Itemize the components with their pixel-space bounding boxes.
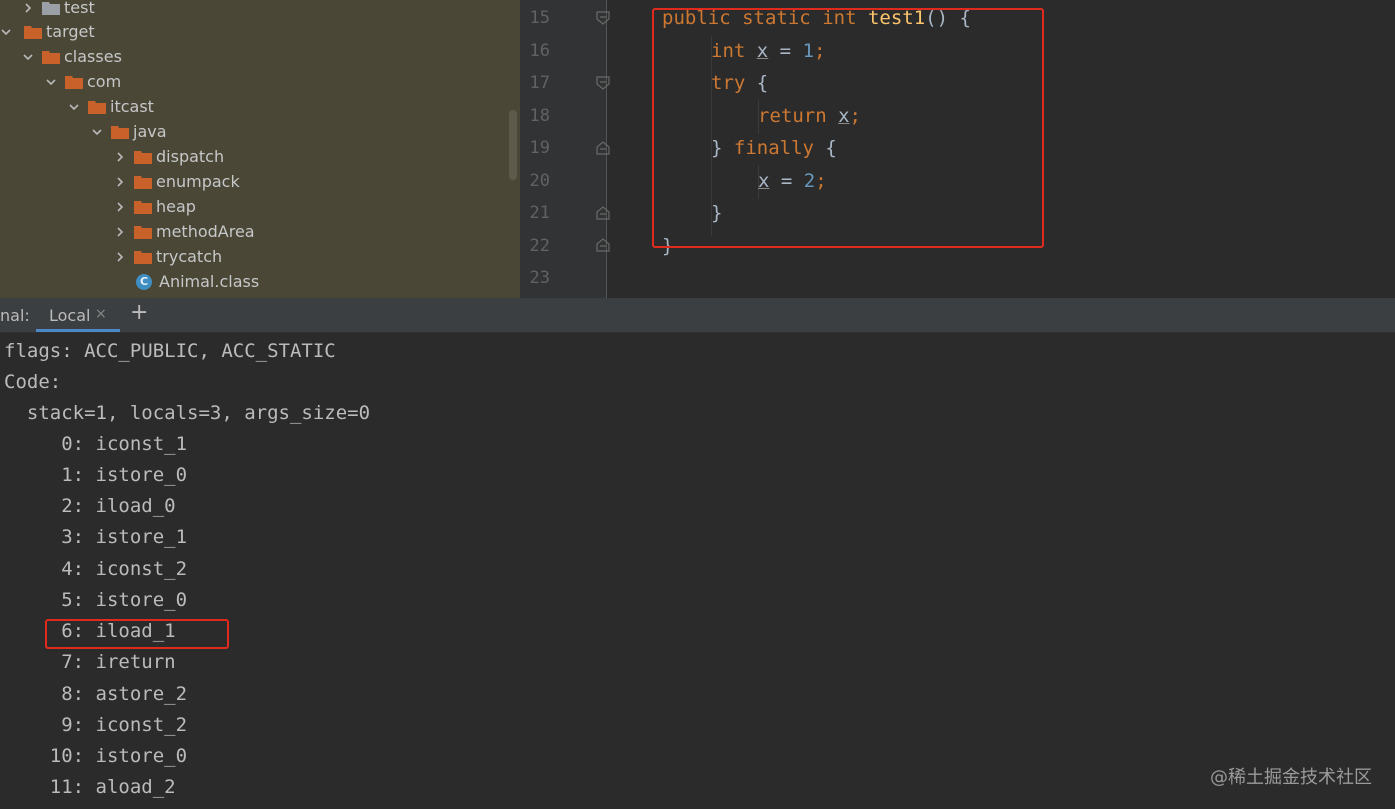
terminal-tab-bar: nal: Local × + [0,298,1395,333]
tree-item-label: classes [64,47,122,66]
terminal-line: 2: iload_0 [4,495,176,517]
terminal-line: 10: istore_0 [4,745,188,767]
folder-icon [134,250,152,264]
fold-collapse-icon[interactable] [596,11,610,25]
tab-label: Local [49,306,91,325]
line-number: 21 [529,203,550,223]
chevron-right-icon[interactable] [114,144,126,169]
line-number: 23 [529,268,550,288]
tree-item-target[interactable]: target [0,19,520,44]
line-number: 22 [529,236,550,256]
tree-item-label: com [87,72,122,91]
terminal-line: Code: [4,371,62,393]
close-icon[interactable]: × [95,306,107,322]
folder-icon [24,25,42,39]
chevron-right-icon[interactable] [114,244,126,269]
line-number: 16 [529,41,550,61]
tree-item-com[interactable]: com [0,69,520,94]
chevron-right-icon[interactable] [114,194,126,219]
line-number: 15 [529,8,550,28]
tree-item-dispatch[interactable]: dispatch [0,144,520,169]
fold-end-icon[interactable] [596,141,610,155]
terminal-line: 3: istore_1 [4,526,188,548]
terminal-line: 8: astore_2 [4,683,188,705]
terminal-line: flags: ACC_PUBLIC, ACC_STATIC [4,340,336,362]
code-highlight-box [652,8,1044,248]
line-number: 19 [529,138,550,158]
chevron-down-icon[interactable] [45,69,57,94]
tree-item-itcast[interactable]: itcast [0,94,520,119]
fold-end-icon[interactable] [596,206,610,220]
terminal-line: 0: iconst_1 [4,433,188,455]
tree-item-methodarea[interactable]: methodArea [0,219,520,244]
terminal-line: 11: aload_2 [4,776,176,798]
tree-item-label: Animal.class [159,272,260,291]
chevron-down-icon[interactable] [91,119,103,144]
tree-item-enumpack[interactable]: enumpack [0,169,520,194]
tree-item-label: trycatch [156,247,223,266]
chevron-right-icon[interactable] [114,219,126,244]
folder-icon [134,175,152,189]
terminal-title: nal: [0,306,30,325]
tab-local[interactable]: Local × [36,298,120,332]
watermark: @稀土掘金技术社区 [1210,767,1372,788]
tree-item-test[interactable]: test [0,0,520,20]
tree-item-heap[interactable]: heap [0,194,520,219]
folder-icon [111,125,129,139]
editor-gutter: 15 16 17 18 19 20 21 22 23 [520,0,610,298]
terminal-line: 1: istore_0 [4,464,188,486]
bytecode-highlight-box [45,619,229,649]
chevron-down-icon[interactable] [0,19,12,44]
tree-item-label: target [46,22,95,41]
folder-icon [88,100,106,114]
tree-item-label: enumpack [156,172,240,191]
line-number: 18 [529,106,550,126]
tree-item-java[interactable]: java [0,119,520,144]
add-tab-button[interactable]: + [130,300,148,325]
folder-icon [65,75,83,89]
class-file-icon: C [136,273,152,290]
tree-item-label: java [133,122,167,141]
project-tree: test target classes com itcast java disp… [0,0,520,298]
code-editor[interactable]: 15 16 17 18 19 20 21 22 23 public static… [520,0,1395,298]
fold-collapse-icon[interactable] [596,76,610,90]
line-number: 20 [529,171,550,191]
tree-item-trycatch[interactable]: trycatch [0,244,520,269]
chevron-down-icon[interactable] [68,94,80,119]
terminal-output[interactable]: flags: ACC_PUBLIC, ACC_STATIC Code: stac… [0,333,1395,809]
folder-icon [134,150,152,164]
line-number: 17 [529,73,550,93]
folder-icon [42,50,60,64]
fold-end-icon[interactable] [596,238,610,252]
tree-scrollbar[interactable] [509,110,517,180]
chevron-right-icon[interactable] [22,0,34,20]
terminal-line: 9: iconst_2 [4,714,188,736]
terminal-line: stack=1, locals=3, args_size=0 [4,402,371,424]
tree-item-label: heap [156,197,196,216]
tree-item-label: test [64,0,95,17]
tree-item-label: dispatch [156,147,225,166]
tree-item-label: methodArea [156,222,255,241]
terminal-line: 5: istore_0 [4,589,188,611]
tree-item-animal-class[interactable]: C Animal.class [0,269,520,294]
chevron-right-icon[interactable] [114,169,126,194]
tree-item-classes[interactable]: classes [0,44,520,69]
tree-item-label: itcast [110,97,154,116]
folder-icon [42,1,60,15]
terminal-line: 4: iconst_2 [4,558,188,580]
terminal-line: 7: ireturn [4,651,176,673]
chevron-down-icon[interactable] [22,44,34,69]
folder-icon [134,225,152,239]
folder-icon [134,200,152,214]
